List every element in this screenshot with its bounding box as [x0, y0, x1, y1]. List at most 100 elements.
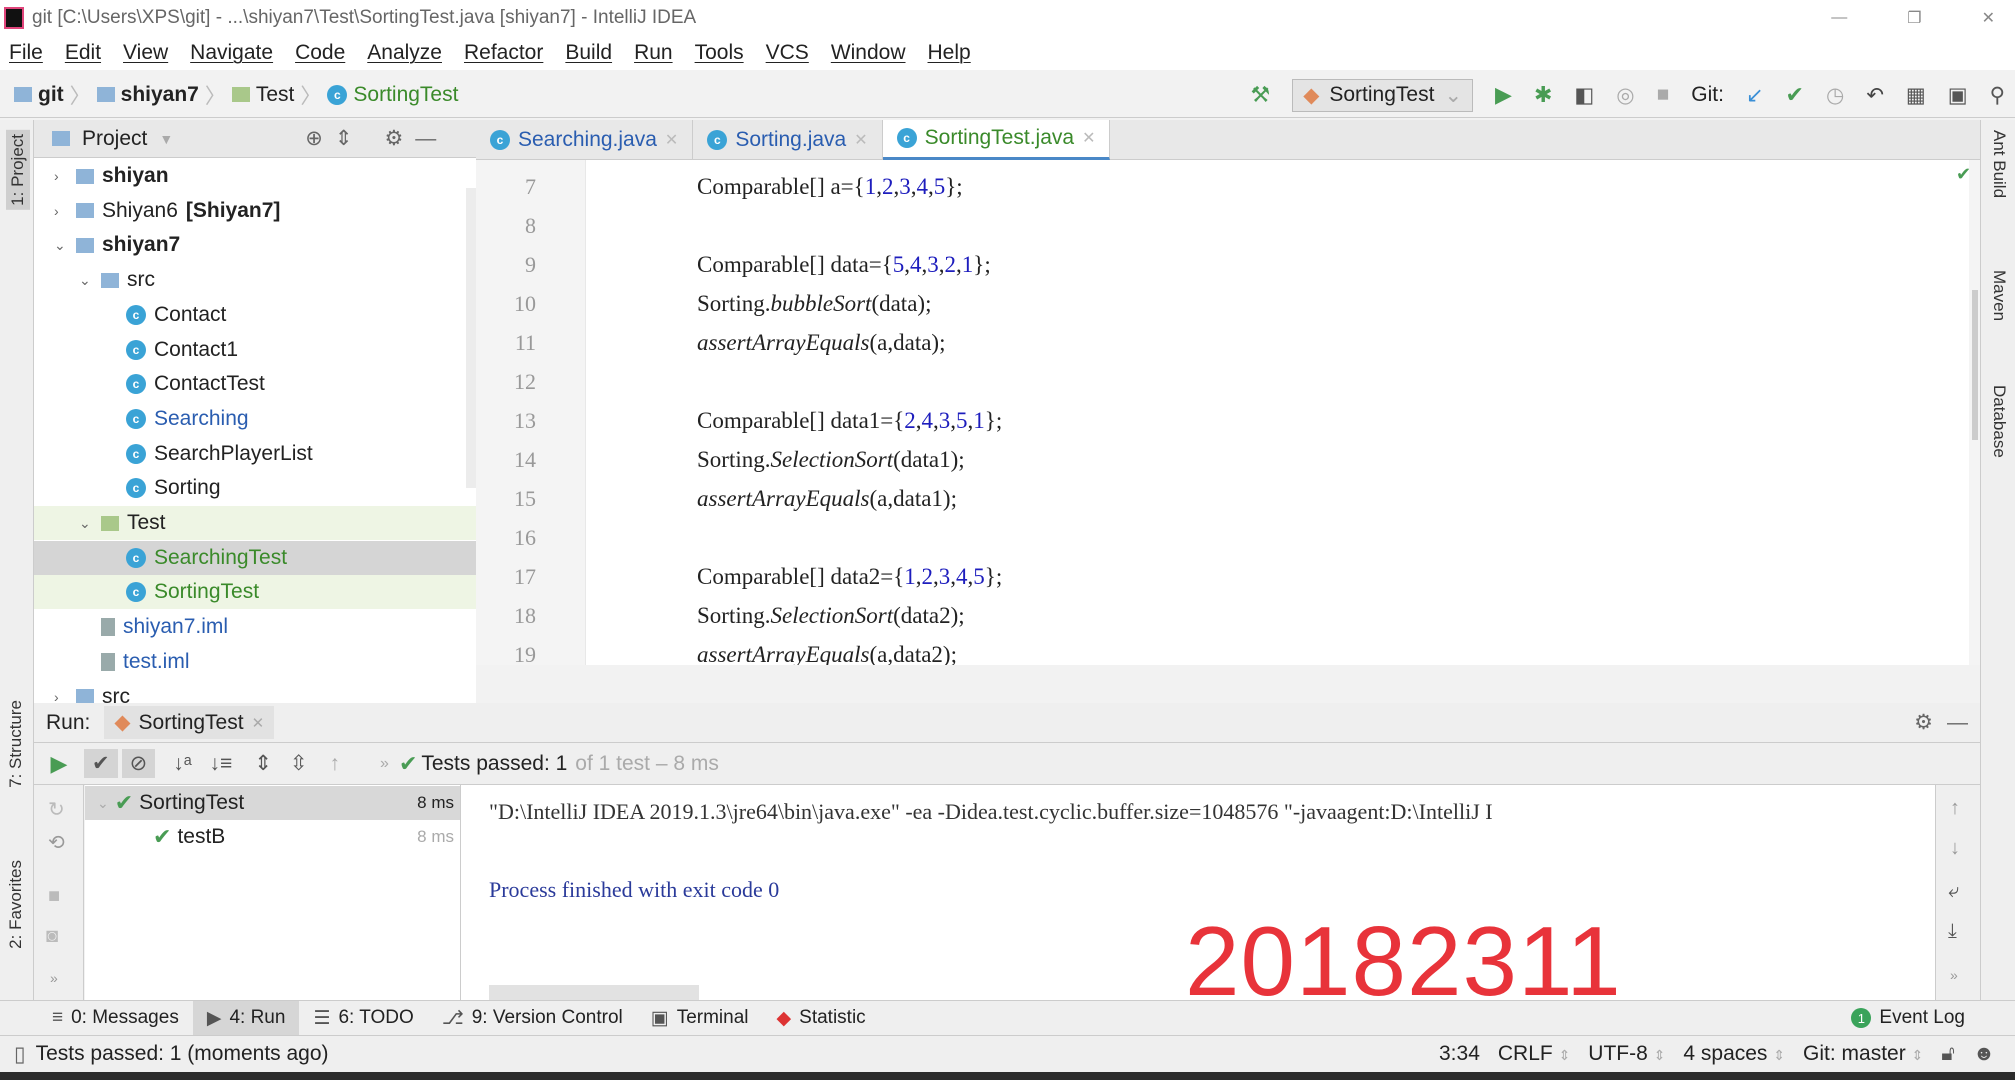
tab-searching-java[interactable]: c Searching.java ✕: [476, 119, 694, 160]
status-panel-icon[interactable]: ▯: [14, 1042, 26, 1067]
up-arrow-icon[interactable]: ↑: [1950, 797, 1960, 820]
event-log-button[interactable]: 1 Event Log: [1851, 1007, 1965, 1029]
tree-item[interactable]: ⌄ src: [34, 263, 476, 297]
encoding-select[interactable]: UTF-8 ⇕: [1588, 1042, 1665, 1066]
tree-item[interactable]: › shiyan: [34, 159, 476, 193]
tree-item[interactable]: c ContactTest: [34, 367, 476, 401]
tool-version-control[interactable]: ⎇ 9: Version Control: [428, 1001, 637, 1036]
previous-failed-icon[interactable]: ↑: [330, 752, 341, 776]
hide-icon[interactable]: —: [415, 127, 436, 151]
menu-view[interactable]: View: [123, 41, 168, 65]
scroll-to-end-icon[interactable]: ⤓: [1948, 920, 1957, 943]
expand-all-icon[interactable]: ⇕: [254, 751, 272, 776]
ant-build-tool-button[interactable]: Ant Build: [1989, 130, 2009, 198]
tree-item[interactable]: c Contact: [34, 298, 476, 332]
revert-icon[interactable]: ↶: [1866, 83, 1884, 108]
gear-icon[interactable]: ⚙: [384, 126, 403, 151]
minimize-button[interactable]: —: [1831, 9, 1847, 27]
menu-tools[interactable]: Tools: [695, 41, 744, 65]
project-tool-button[interactable]: 1: Project: [6, 130, 30, 210]
project-view-select[interactable]: Project: [82, 127, 147, 151]
test-row-testb[interactable]: ✔ testB 8 ms: [85, 820, 460, 854]
close-icon[interactable]: ✕: [252, 714, 265, 732]
tree-item[interactable]: › src: [34, 680, 476, 704]
search-icon[interactable]: ⚲: [1990, 83, 2005, 108]
run-config-select[interactable]: ◆ SortingTest ⌄: [1292, 78, 1474, 112]
code-editor[interactable]: 7 8 9 10 11 12 13 14 15 16 17 18 19 ✔ Comparable[] a…: [476, 160, 1980, 665]
show-ignored-toggle[interactable]: ⊘: [121, 749, 156, 778]
sort-duration-icon[interactable]: ↓≡: [210, 752, 233, 776]
gear-icon[interactable]: ⚙: [1914, 710, 1933, 735]
soft-wrap-icon[interactable]: ⤶: [1948, 880, 1959, 903]
profile-icon[interactable]: ◎: [1616, 83, 1634, 108]
caret-position[interactable]: 3:34: [1439, 1042, 1480, 1066]
show-passed-toggle[interactable]: ✔: [84, 749, 118, 778]
chevron-right-icon[interactable]: ›: [54, 689, 68, 704]
tool-messages[interactable]: ≡ 0: Messages: [38, 1001, 193, 1036]
tree-scrollbar[interactable]: [466, 188, 476, 488]
menu-run[interactable]: Run: [634, 41, 673, 65]
tool-run[interactable]: ▶ 4: Run: [192, 1000, 300, 1036]
rerun-failed-icon[interactable]: ↻: [48, 797, 65, 822]
tree-item[interactable]: c Searching: [34, 402, 476, 436]
project-structure-icon[interactable]: ▦: [1906, 83, 1926, 108]
editor-scrollbar[interactable]: [1969, 160, 1980, 665]
hide-icon[interactable]: —: [1947, 711, 1968, 735]
tool-statistic[interactable]: ◆ Statistic: [763, 1001, 880, 1036]
menu-navigate[interactable]: Navigate: [190, 41, 273, 65]
locate-icon[interactable]: ⊕: [305, 126, 323, 151]
stop-icon[interactable]: ■: [1657, 83, 1670, 107]
tree-item[interactable]: ⌄ Test: [34, 506, 476, 540]
lock-icon[interactable]: 🔓︎: [1941, 1042, 1955, 1066]
more-icon[interactable]: »: [1950, 967, 1958, 983]
run-icon[interactable]: ▶: [1495, 82, 1512, 108]
inspector-icon[interactable]: ☻: [1973, 1042, 1995, 1066]
close-icon[interactable]: ✕: [1082, 128, 1095, 148]
menu-file[interactable]: File: [9, 41, 43, 65]
camera-icon[interactable]: ◙: [46, 925, 58, 948]
chevron-down-icon[interactable]: ⌄: [79, 272, 93, 289]
chevron-down-icon[interactable]: ▼: [159, 131, 173, 147]
tool-todo[interactable]: ☰ 6: TODO: [299, 1001, 427, 1036]
coverage-icon[interactable]: ◧: [1574, 83, 1594, 108]
console-h-scrollbar[interactable]: [489, 985, 699, 1000]
chevron-down-icon[interactable]: ⌄: [79, 515, 93, 532]
menu-help[interactable]: Help: [928, 41, 971, 65]
collapse-all-icon[interactable]: ⇳: [290, 751, 308, 776]
vcs-branch-select[interactable]: Git: master ⇕: [1803, 1042, 1923, 1066]
tree-item[interactable]: c SortingTest: [34, 575, 476, 610]
close-icon[interactable]: ✕: [665, 130, 678, 150]
rerun-icon[interactable]: ▶: [34, 751, 84, 777]
tree-item[interactable]: ⌄ shiyan7: [34, 228, 476, 262]
git-update-icon[interactable]: ↙: [1746, 83, 1764, 108]
close-button[interactable]: ✕: [1982, 8, 1995, 28]
debug-icon[interactable]: ✱: [1534, 82, 1552, 108]
tree-item[interactable]: c Sorting: [34, 471, 476, 505]
breadcrumb-git[interactable]: git: [38, 83, 64, 107]
test-row-sortingtest[interactable]: ⌄ ✔ SortingTest 8 ms: [85, 786, 460, 820]
chevron-down-icon[interactable]: ⌄: [54, 237, 68, 254]
menu-window[interactable]: Window: [831, 41, 906, 65]
chevron-right-icon[interactable]: ›: [54, 168, 68, 184]
sort-alpha-icon[interactable]: ↓ᵃ: [173, 752, 191, 776]
down-arrow-icon[interactable]: ↓: [1950, 837, 1960, 860]
git-commit-icon[interactable]: ✔: [1786, 82, 1804, 108]
breadcrumb-sortingtest[interactable]: SortingTest: [353, 83, 458, 107]
menu-refactor[interactable]: Refactor: [464, 41, 543, 65]
chevron-right-icon[interactable]: ›: [54, 203, 68, 219]
build-hammer-icon[interactable]: ⚒: [1250, 82, 1270, 108]
tree-item[interactable]: c Contact1: [34, 333, 476, 367]
tool-terminal[interactable]: ▣ Terminal: [637, 1001, 763, 1036]
menu-vcs[interactable]: VCS: [766, 41, 809, 65]
tab-sorting-java[interactable]: c Sorting.java ✕: [693, 119, 883, 160]
more-icon[interactable]: »: [380, 755, 389, 773]
more-icon[interactable]: »: [50, 970, 58, 986]
close-icon[interactable]: ✕: [854, 130, 867, 150]
tree-item[interactable]: c SearchPlayerList: [34, 437, 476, 471]
terminal-window-icon[interactable]: ▣: [1948, 83, 1968, 108]
indent-select[interactable]: 4 spaces ⇕: [1683, 1042, 1785, 1066]
breadcrumb-test[interactable]: Test: [256, 83, 295, 107]
tree-item[interactable]: shiyan7.iml: [34, 610, 476, 644]
line-separator-select[interactable]: CRLF ⇕: [1498, 1042, 1570, 1066]
tree-item[interactable]: test.iml: [34, 645, 476, 679]
